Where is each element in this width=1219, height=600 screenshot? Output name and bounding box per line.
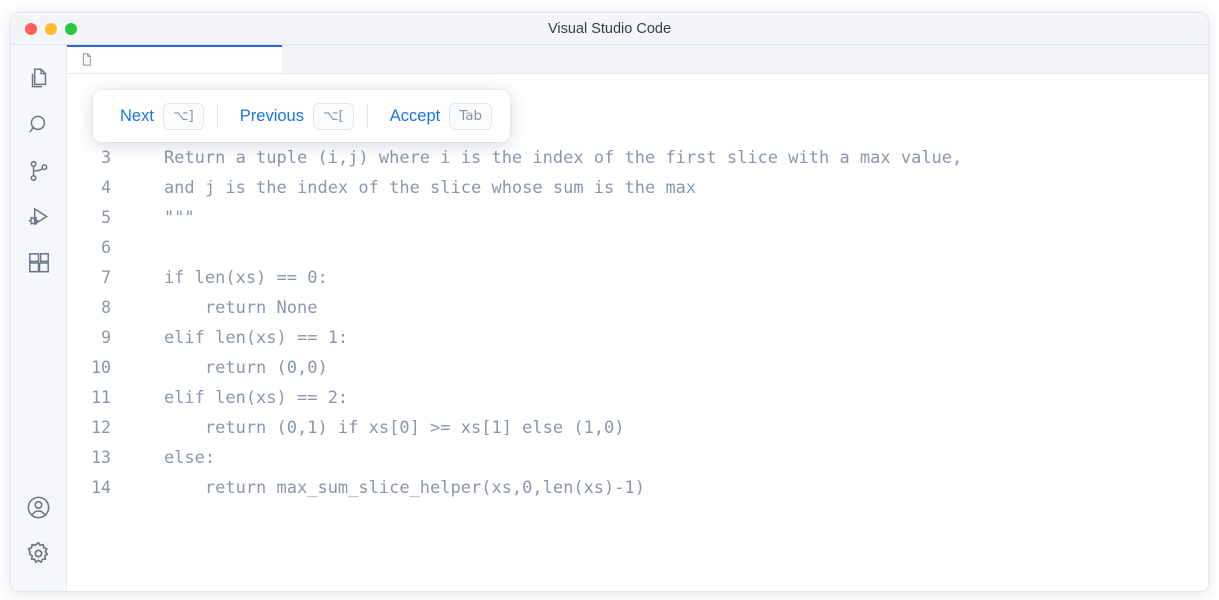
window-title: Visual Studio Code — [547, 20, 672, 37]
code-token: and j is the index of the slice whose su… — [123, 178, 697, 198]
line-text: return (0,0) — [123, 358, 328, 378]
code-line[interactable]: 12 return (0,1) if xs[0] >= xs[1] else (… — [67, 418, 1208, 448]
line-text: elif len(xs) == 2: — [123, 388, 348, 408]
line-text: """ — [123, 208, 195, 228]
toolbar-separator-2 — [366, 104, 368, 128]
sidebar-item-search[interactable] — [17, 105, 61, 149]
toolbar-separator-1 — [216, 104, 218, 128]
line-text: elif len(xs) == 1: — [123, 328, 348, 348]
code-lines: 1def max_sum_slice(xs):2 """3 Return a t… — [67, 88, 1208, 508]
code-line[interactable]: 10 return (0,0) — [67, 358, 1208, 388]
activity-bar — [11, 45, 67, 591]
code-token: return (0,1) if xs[0] >= xs[1] else (1,0… — [123, 418, 625, 438]
line-number: 6 — [101, 238, 111, 257]
extensions-icon — [26, 250, 52, 281]
code-line[interactable]: 6 — [67, 238, 1208, 268]
sidebar-item-extensions[interactable] — [17, 243, 61, 287]
sidebar-item-source-control[interactable] — [17, 151, 61, 195]
line-text: return None — [123, 298, 318, 318]
line-number: 9 — [101, 328, 111, 347]
code-token: return None — [123, 298, 318, 318]
copilot-previous-shortcut-key[interactable]: ⌥[ — [312, 102, 354, 130]
sidebar-item-manage-settings[interactable] — [17, 534, 61, 578]
code-token: """ — [123, 208, 195, 228]
vscode-window: Visual Studio Code 3 Return a tuple (i,j… — [10, 12, 1209, 592]
gear-icon — [25, 540, 52, 572]
code-token: else: — [123, 448, 216, 468]
line-text: and j is the index of the slice whose su… — [123, 178, 696, 198]
search-icon — [26, 112, 52, 143]
copilot-next-button[interactable]: Next — [111, 107, 163, 126]
run-and-debug-icon — [26, 204, 52, 235]
code-token: return max_sum_slice_helper(xs,0,len(xs)… — [123, 478, 645, 498]
line-text: if len(xs) == 0: — [123, 268, 328, 288]
line-number: 5 — [101, 208, 111, 227]
line-number: 10 — [91, 358, 111, 377]
code-line[interactable]: 4 and j is the index of the slice whose … — [67, 178, 1208, 208]
code-line[interactable]: 8 return None — [67, 298, 1208, 328]
source-control-branch-icon — [26, 158, 52, 189]
code-token: if len(xs) == 0: — [123, 268, 328, 288]
copilot-previous-button[interactable]: Previous — [231, 107, 313, 126]
title-bar: Visual Studio Code — [11, 13, 1208, 45]
editor-tab-bar — [67, 45, 1208, 74]
copilot-next-shortcut-key[interactable]: ⌥] — [162, 102, 204, 130]
sidebar-item-run-and-debug[interactable] — [17, 197, 61, 241]
code-line[interactable]: 7 if len(xs) == 0: — [67, 268, 1208, 298]
line-text: else: — [123, 448, 215, 468]
code-token: elif len(xs) == 1: — [123, 328, 349, 348]
code-token: elif len(xs) == 2: — [123, 388, 349, 408]
close-window-button[interactable] — [25, 22, 37, 35]
window-controls — [25, 22, 77, 35]
code-line[interactable]: 3 Return a tuple (i,j) where i is the in… — [67, 148, 1208, 178]
code-token: return (0,0) — [123, 358, 328, 378]
code-token: Return a tuple (i,j) where i is the inde… — [123, 148, 963, 168]
line-number: 3 — [101, 148, 111, 167]
window-body: 1def max_sum_slice(xs):2 """3 Return a t… — [11, 45, 1208, 591]
zoom-window-button[interactable] — [65, 22, 77, 35]
line-number: 4 — [101, 178, 111, 197]
minimize-window-button[interactable] — [45, 22, 57, 35]
copilot-inline-suggestion-toolbar[interactable]: Next ⌥] Previous ⌥[ Accept Tab — [93, 90, 511, 142]
code-line[interactable]: 13 else: — [67, 448, 1208, 478]
line-number: 7 — [101, 268, 111, 287]
line-number: 11 — [91, 388, 111, 407]
explorer-files-icon — [26, 66, 52, 97]
sidebar-item-accounts[interactable] — [17, 488, 61, 532]
code-line[interactable]: 9 elif len(xs) == 1: — [67, 328, 1208, 358]
line-number: 14 — [91, 478, 111, 497]
code-editor[interactable]: 1def max_sum_slice(xs):2 """3 Return a t… — [67, 74, 1208, 591]
copilot-accept-button[interactable]: Accept — [381, 107, 449, 126]
editor-tab-active[interactable] — [67, 45, 283, 73]
account-icon — [25, 494, 52, 526]
line-number: 12 — [91, 418, 111, 437]
line-text: Return a tuple (i,j) where i is the inde… — [123, 148, 962, 168]
line-text: return max_sum_slice_helper(xs,0,len(xs)… — [123, 478, 645, 498]
code-line[interactable]: 11 elif len(xs) == 2: — [67, 388, 1208, 418]
line-number: 13 — [91, 448, 111, 467]
code-line[interactable]: 5 """ — [67, 208, 1208, 238]
line-text: return (0,1) if xs[0] >= xs[1] else (1,0… — [123, 418, 625, 438]
copilot-accept-shortcut-key[interactable]: Tab — [449, 102, 493, 130]
sidebar-item-explorer[interactable] — [17, 59, 61, 103]
python-file-icon — [79, 52, 94, 67]
screenshot-root: Visual Studio Code 3 Return a tuple (i,j… — [0, 0, 1219, 600]
code-line[interactable]: 14 return max_sum_slice_helper(xs,0,len(… — [67, 478, 1208, 508]
line-number: 8 — [101, 298, 111, 317]
